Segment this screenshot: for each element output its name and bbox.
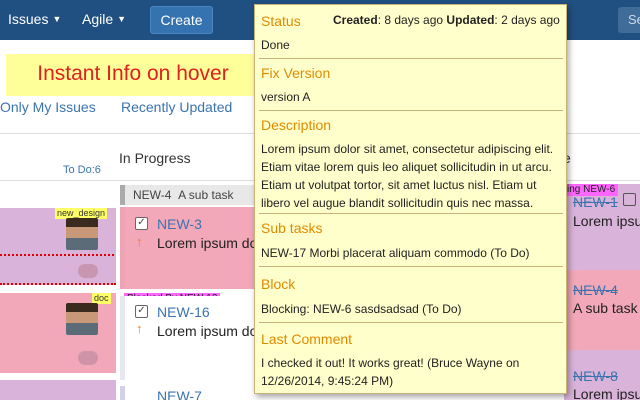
subtasks-heading: Sub tasks bbox=[261, 220, 323, 236]
external-link-icon[interactable] bbox=[623, 193, 636, 206]
filter-only-my-issues[interactable]: Only My Issues bbox=[0, 99, 96, 115]
updated-value: : 2 days ago bbox=[494, 13, 560, 27]
agile-menu-label: Agile bbox=[82, 11, 114, 27]
subtask-swimlane-header[interactable]: NEW-4 A sub task bbox=[120, 185, 260, 205]
create-button[interactable]: Create bbox=[150, 6, 213, 34]
fix-version-value: version A bbox=[261, 90, 311, 104]
divider bbox=[259, 213, 563, 214]
description-text: Lorem ipsum dolor sit amet, consectetur … bbox=[261, 142, 554, 210]
issue-card[interactable] bbox=[0, 380, 116, 400]
agile-menu[interactable]: Agile ▼ bbox=[82, 11, 126, 27]
story-icon: ✓ bbox=[135, 217, 148, 230]
instant-info-popup: Status Created: 8 days ago Updated: 2 da… bbox=[254, 4, 567, 394]
chevron-down-icon: ▼ bbox=[117, 14, 127, 24]
block-heading: Block bbox=[261, 276, 296, 292]
filter-recently-updated[interactable]: Recently Updated bbox=[121, 99, 232, 115]
description-heading: Description bbox=[261, 117, 332, 133]
last-comment-text: I checked it out! It works great! (Bruce… bbox=[261, 356, 520, 388]
chevron-down-icon: ▼ bbox=[52, 14, 62, 24]
priority-arrow-icon: ↑ bbox=[136, 234, 143, 249]
created-label: Created bbox=[333, 13, 378, 27]
issue-key[interactable]: NEW-16 bbox=[157, 304, 210, 320]
fix-version-heading: Fix Version bbox=[261, 65, 331, 81]
estimate-badge bbox=[78, 351, 98, 365]
issue-key[interactable]: NEW-3 bbox=[157, 216, 202, 232]
divider bbox=[259, 322, 563, 323]
in-progress-column-title: In Progress bbox=[119, 150, 191, 166]
drop-indicator bbox=[0, 254, 114, 256]
agile-board: Issues▼ Agile▼ Create Se Instant Info on… bbox=[0, 0, 640, 400]
status-value: Done bbox=[261, 38, 290, 52]
status-heading: Status bbox=[261, 13, 301, 29]
priority-arrow-icon: ↑ bbox=[136, 321, 143, 336]
issues-menu-label: Issues bbox=[8, 11, 49, 27]
issues-menu[interactable]: Issues ▼ bbox=[8, 11, 61, 27]
issue-summary: Lorem ipsum do bbox=[157, 323, 258, 339]
todo-column-count: To Do:6 bbox=[63, 164, 101, 176]
issue-summary: Lorem ipsum bbox=[573, 386, 640, 400]
issue-summary: Lorem ipsum do bbox=[157, 235, 258, 251]
issue-card[interactable] bbox=[0, 208, 116, 285]
issue-summary: Lorem ipsum bbox=[573, 213, 640, 229]
updated-label: Updated bbox=[446, 13, 495, 27]
divider bbox=[259, 110, 563, 111]
created-updated-meta: Created: 8 days ago Updated: 2 days ago bbox=[333, 13, 560, 27]
issue-card[interactable] bbox=[0, 293, 116, 373]
subtask-label: A sub task bbox=[178, 188, 234, 202]
issue-key[interactable]: NEW-4 bbox=[573, 282, 618, 298]
created-value: : 8 days ago bbox=[377, 13, 444, 27]
story-icon: ✓ bbox=[135, 305, 148, 318]
block-value: Blocking: NEW-6 sasdsadsad (To Do) bbox=[261, 302, 462, 316]
last-comment-heading: Last Comment bbox=[261, 331, 353, 347]
search-input[interactable]: Se bbox=[618, 7, 640, 33]
subtask-item: NEW-17 Morbi placerat aliquam commodo (T… bbox=[261, 246, 530, 260]
issue-key[interactable]: NEW-1 bbox=[573, 194, 618, 210]
issue-summary: A sub task bbox=[573, 300, 638, 316]
avatar bbox=[66, 303, 98, 335]
divider bbox=[259, 266, 563, 267]
subtask-key: NEW-4 bbox=[133, 188, 172, 202]
avatar bbox=[66, 218, 98, 250]
issue-key[interactable]: NEW-8 bbox=[573, 368, 618, 384]
divider bbox=[259, 58, 563, 59]
estimate-badge bbox=[78, 264, 98, 278]
issue-key[interactable]: NEW-7 bbox=[157, 388, 202, 400]
instant-info-banner: Instant Info on hover bbox=[6, 54, 260, 96]
